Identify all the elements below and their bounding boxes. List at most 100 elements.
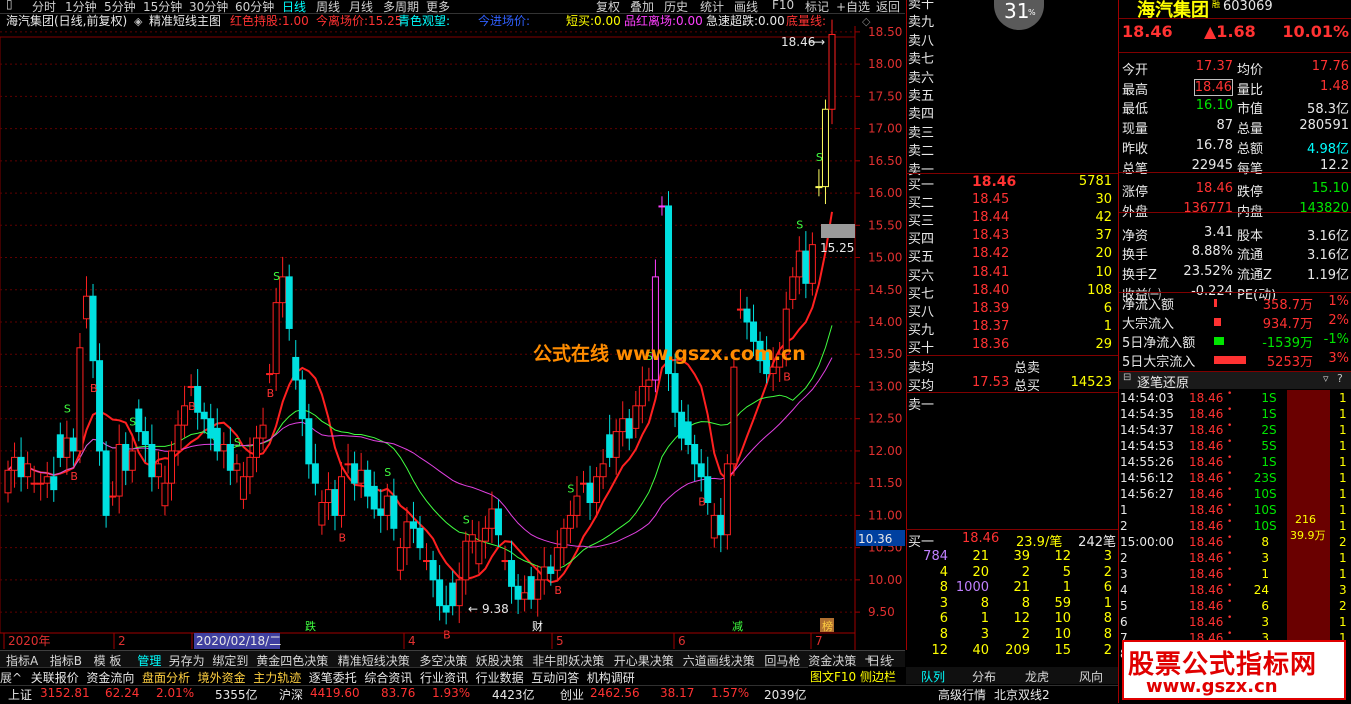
queue-per-trade: 23.9/笔 <box>1016 535 1063 550</box>
ask-row[interactable]: 卖二 <box>908 140 1116 159</box>
candle <box>102 441 110 528</box>
ask-row[interactable]: 卖三 <box>908 122 1116 141</box>
bid-row[interactable]: 买八 18.39 6 <box>908 301 1116 320</box>
overlay-button[interactable]: 叠加 <box>630 0 654 13</box>
tab-fenshi[interactable]: 分时 <box>32 0 56 13</box>
function-tab[interactable]: 关联报价 <box>31 669 79 686</box>
candle <box>573 476 581 528</box>
ask-row[interactable]: 卖七 <box>908 48 1116 67</box>
ticker-advanced[interactable]: 高级行情 <box>938 686 986 703</box>
stat-row: 现量 87 总量 280591 <box>1119 118 1351 137</box>
tab-5min[interactable]: 5分钟 <box>104 0 136 13</box>
function-tab[interactable]: 盘面分析 <box>142 669 190 686</box>
tick-volume: 3 <box>1261 615 1269 629</box>
indicator-gear-icon[interactable]: ◈ <box>134 15 143 28</box>
tab-indicator-icon[interactable]: ▯ <box>6 0 13 11</box>
bid-row[interactable]: 买七 18.40 108 <box>908 283 1116 302</box>
tick-side-count: 2 <box>1339 535 1347 549</box>
bid-row[interactable]: 买五 18.42 20 <box>908 246 1116 266</box>
tab-60min[interactable]: 60分钟 <box>235 0 274 13</box>
tick-time: 15:00:00 <box>1120 535 1174 549</box>
y-tick-label: 11.00 <box>868 508 902 522</box>
history-button[interactable]: 历史 <box>664 0 688 13</box>
book-level-label: 买二 <box>908 196 935 212</box>
function-tab[interactable]: 展^ <box>0 669 22 686</box>
ask-row[interactable]: 卖五 <box>908 85 1116 104</box>
tab-multi-period[interactable]: 多周期 <box>383 0 419 13</box>
candle-body <box>4 469 12 494</box>
bid-row[interactable]: 买二 18.45 30 <box>908 192 1116 212</box>
queue-sell-one: 卖一 <box>908 398 935 413</box>
bid-row[interactable]: 买一 18.46 5781 <box>908 174 1116 193</box>
indicator-tabbar: 指标A 指标B 模 板管理 另存为 绑定到 黄金四色决策 精准短线决策 多空决策 妖股决策 非牛即… <box>0 650 905 668</box>
tick-help-icon[interactable]: ? <box>1337 372 1343 385</box>
function-tab[interactable]: 逐笔委托 <box>309 669 357 686</box>
draw-button[interactable]: 画线 <box>734 0 758 13</box>
indicator-name[interactable]: 精准短线主图 <box>149 14 221 28</box>
tab-15min[interactable]: 15分钟 <box>143 0 182 13</box>
stat-label: 流通Z <box>1237 268 1272 283</box>
function-tab[interactable]: 综合资讯 <box>364 669 412 686</box>
fuquan-button[interactable]: 复权 <box>596 0 620 13</box>
f10-button[interactable]: F10 <box>772 0 794 12</box>
queue-order: 21 <box>1013 580 1030 596</box>
bid-row[interactable]: 买三 18.44 42 <box>908 210 1116 229</box>
tab-weekly[interactable]: 周线 <box>316 0 340 13</box>
tab-monthly[interactable]: 月线 <box>349 0 373 13</box>
book-level-label: 买五 <box>908 250 935 266</box>
tab-30min[interactable]: 30分钟 <box>189 0 228 13</box>
tick-expand-icon[interactable]: ⊟ <box>1123 372 1131 383</box>
tab-1min[interactable]: 1分钟 <box>65 0 97 13</box>
tick-up-arrow-icon: • <box>1227 581 1233 591</box>
function-tab[interactable]: 主力轨迹 <box>253 669 301 686</box>
stat-row: 昨收 16.78 总额 4.98亿 <box>1119 138 1351 157</box>
bid-row[interactable]: 买九 18.37 1 <box>908 319 1116 338</box>
tab-more[interactable]: 更多 <box>426 0 450 13</box>
stat-label: 流通 <box>1237 248 1264 264</box>
tab-daily[interactable]: 日线 <box>282 0 306 13</box>
candle-body <box>272 302 280 375</box>
ask-row[interactable]: 卖六 <box>908 67 1116 86</box>
tick-up-arrow-icon: • <box>1227 421 1233 431</box>
bid-row[interactable]: 买十 18.36 29 <box>908 337 1116 356</box>
stats-button[interactable]: 统计 <box>700 0 724 13</box>
tab-dragon-tiger[interactable]: 龙虎 <box>1025 668 1049 685</box>
candle <box>423 543 431 571</box>
stat-label: 量比 <box>1237 82 1264 98</box>
tick-volume: 8 <box>1261 535 1269 549</box>
signals: SSSSSSSSSSBBBBBBBBB <box>64 151 823 641</box>
book-price: 18.43 <box>972 228 1010 244</box>
ticker-server[interactable]: 北京双线2 <box>994 686 1050 703</box>
x-tick-label: 6 <box>678 634 686 648</box>
y-tick-label: 15.50 <box>868 218 902 232</box>
ask-row[interactable]: 卖四 <box>908 103 1116 122</box>
candle <box>743 296 751 340</box>
candle-body <box>102 450 110 516</box>
stat-row: 最高 18.46 量比 1.48 <box>1119 78 1351 98</box>
y-tick-label: 16.50 <box>868 154 902 168</box>
function-tab[interactable]: 机构调研 <box>587 669 635 686</box>
candle <box>540 546 548 595</box>
back-button[interactable]: 返回 <box>876 0 900 13</box>
function-tab[interactable]: 互动问答 <box>531 669 579 686</box>
function-tab[interactable]: 资金流向 <box>86 669 134 686</box>
bid-row[interactable]: 买六 18.41 10 <box>908 265 1116 284</box>
tab-trend[interactable]: 风向 <box>1079 668 1103 685</box>
f10-link[interactable]: 图文F10 <box>810 668 856 685</box>
mark-button[interactable]: 标记 <box>805 0 829 13</box>
tab-queue[interactable]: 队列 <box>921 668 945 685</box>
tab-distribution[interactable]: 分布 <box>972 668 996 685</box>
candlestick-chart[interactable]: SSSSSSSSSSBBBBBBBBB 18.5018.0017.5017.00… <box>0 13 905 650</box>
candle <box>828 19 836 125</box>
function-tab[interactable]: 行业数据 <box>476 669 524 686</box>
tick-filter-icon[interactable]: ▿ <box>1323 372 1329 385</box>
function-tab[interactable]: 行业资讯 <box>420 669 468 686</box>
bid-row[interactable]: 买四 18.43 37 <box>908 228 1116 247</box>
stat-label: 换手 <box>1122 248 1149 264</box>
tick-up-arrow-icon: • <box>1227 405 1233 415</box>
stat-label: 总额 <box>1237 141 1264 157</box>
add-watchlist-button[interactable]: +自选 <box>836 0 870 13</box>
function-tab[interactable]: 境外资金 <box>198 669 246 686</box>
ask-row[interactable]: 卖八 <box>908 30 1116 49</box>
candle-body <box>573 495 581 516</box>
